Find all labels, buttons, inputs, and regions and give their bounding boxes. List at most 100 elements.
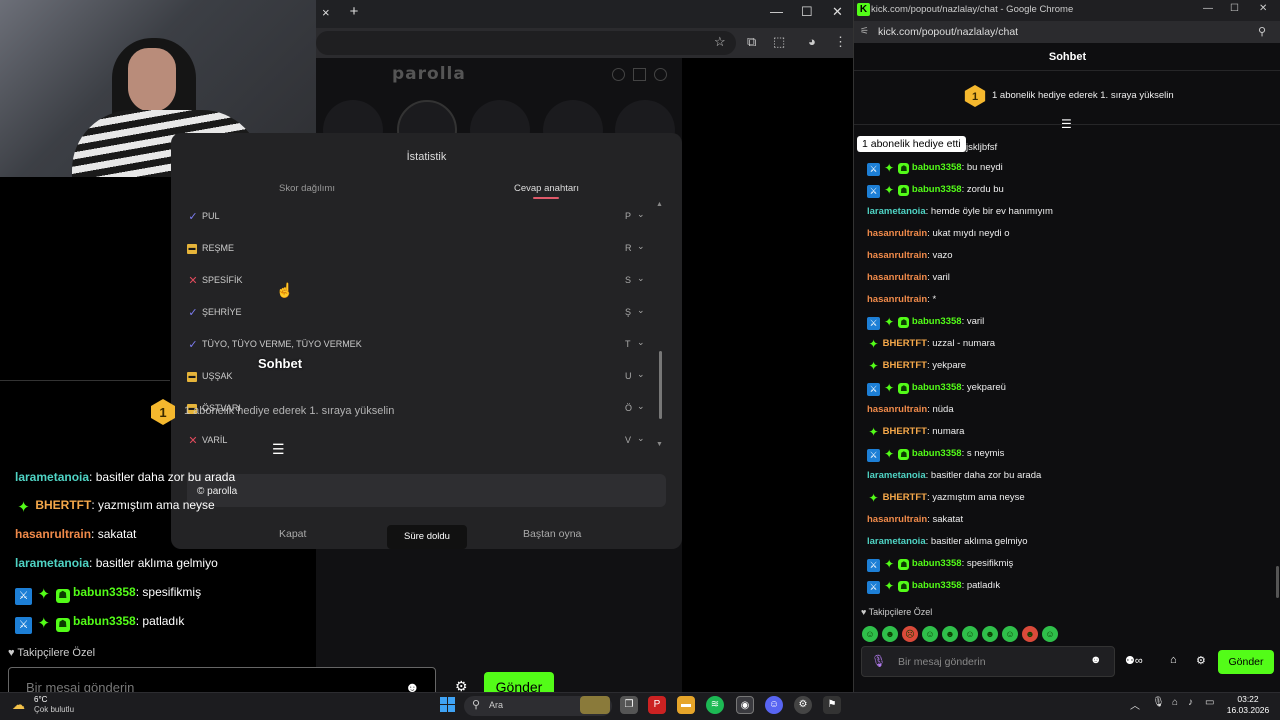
tab-answer-key[interactable]: Cevap anahtarı [514, 183, 579, 194]
weather-temperature[interactable]: 6°C [34, 695, 47, 704]
emote-icon[interactable]: ☺ [1002, 626, 1018, 642]
battery-icon[interactable]: ▭ [1205, 697, 1214, 708]
sub-badge-icon[interactable]: ☗ [898, 559, 910, 570]
window-close-icon[interactable]: ✕ [832, 4, 843, 20]
url-text[interactable]: kick.com/popout/nazlalay/chat [878, 26, 1018, 38]
chevron-down-icon[interactable]: ⌄ [637, 369, 645, 380]
vip-badge-icon[interactable]: ✦ [883, 448, 896, 461]
zoom-icon[interactable]: ⚲ [1258, 25, 1266, 38]
sort-icon[interactable]: ☰ [272, 441, 285, 458]
mod-badge-icon[interactable]: ⚔ [867, 559, 880, 572]
clock-date[interactable]: 16.03.2026 [1224, 705, 1272, 715]
spotify-icon[interactable]: ≋ [706, 696, 724, 714]
restart-button[interactable]: Baştan oyna [523, 528, 581, 540]
tray-overflow-icon[interactable]: ︿ [1130, 697, 1140, 712]
vip-badge-icon[interactable]: ✦ [867, 360, 880, 373]
chat-username[interactable]: larametanoia [15, 470, 89, 484]
answer-row[interactable]: ▬ UŞŞAK U ⌄ [187, 368, 647, 388]
search-placeholder[interactable]: Ara [489, 700, 503, 710]
info-icon[interactable] [612, 68, 625, 81]
chat-username[interactable]: larametanoia [867, 206, 926, 217]
new-tab-icon[interactable]: + [346, 4, 362, 20]
vip-badge-icon[interactable]: ✦ [883, 184, 896, 197]
extensions-icon[interactable]: ⬚ [773, 34, 785, 50]
chat-username[interactable]: BHERTFT [883, 426, 927, 437]
chat-username[interactable]: hasanrultrain [867, 404, 927, 415]
chevron-down-icon[interactable]: ⌄ [637, 337, 645, 348]
maximize-icon[interactable]: ☐ [1230, 3, 1239, 14]
chat-username[interactable]: babun3358 [73, 614, 136, 628]
chat-username[interactable]: BHERTFT [883, 338, 927, 349]
mod-badge-icon[interactable]: ⚔ [867, 317, 880, 330]
weather-cloud-icon[interactable]: ☁ [12, 697, 25, 713]
send-button[interactable]: Gönder [1218, 650, 1274, 674]
weather-description[interactable]: Çok bulutlu [34, 705, 74, 714]
chat-username[interactable]: babun3358 [912, 316, 962, 327]
widget-thumbnail-icon[interactable] [580, 696, 610, 714]
tab-score-distribution[interactable]: Skor dağılımı [279, 183, 335, 194]
minimize-icon[interactable]: — [1203, 3, 1213, 14]
emote-icon[interactable]: ☺ [922, 626, 938, 642]
task-view-icon[interactable]: ❐ [620, 696, 638, 714]
emote-icon[interactable]: ☺ [1042, 626, 1058, 642]
sub-badge-icon[interactable]: ☗ [55, 589, 70, 603]
vip-badge-icon[interactable]: ✦ [883, 316, 896, 329]
sub-badge-icon[interactable]: ☗ [898, 317, 910, 328]
translate-icon[interactable]: ⧉ [747, 34, 756, 50]
discord-icon[interactable]: ☺ [765, 696, 783, 714]
chat-username[interactable]: babun3358 [73, 585, 136, 599]
mod-badge-icon[interactable]: ⚔ [867, 163, 880, 176]
mod-badge-icon[interactable]: ⚔ [15, 588, 32, 605]
user-icon[interactable] [654, 68, 667, 81]
app-p-icon[interactable]: P [648, 696, 666, 714]
chat-username[interactable]: BHERTFT [883, 360, 927, 371]
chat-username[interactable]: hasanrultrain [867, 250, 927, 261]
scrollbar-thumb[interactable] [659, 351, 662, 419]
sub-badge-icon[interactable]: ☗ [55, 618, 70, 632]
sub-badge-icon[interactable]: ☗ [898, 581, 910, 592]
chevron-down-icon[interactable]: ⌄ [637, 273, 645, 284]
answer-row[interactable]: ✕ VARİL V ⌄ [187, 432, 647, 452]
sort-icon[interactable]: ☰ [1061, 117, 1072, 131]
vip-badge-icon[interactable]: ✦ [35, 586, 52, 603]
settings-gear-icon[interactable]: ⚙ [1196, 654, 1206, 667]
file-explorer-icon[interactable]: ▬ [677, 696, 695, 714]
tab-close-icon[interactable]: × [322, 5, 330, 20]
mod-badge-icon[interactable]: ⚔ [867, 185, 880, 198]
chat-username[interactable]: BHERTFT [883, 492, 927, 503]
chat-username[interactable]: hasanrultrain [867, 514, 927, 525]
vip-badge-icon[interactable]: ✦ [15, 499, 32, 516]
sub-badge-icon[interactable]: ☗ [898, 449, 910, 460]
stats-icon[interactable] [633, 68, 646, 81]
vip-badge-icon[interactable]: ✦ [867, 426, 880, 439]
scroll-down-icon[interactable]: ▼ [656, 441, 663, 448]
vip-badge-icon[interactable]: ✦ [883, 558, 896, 571]
emote-icon[interactable]: ☻ [942, 626, 958, 642]
chevron-down-icon[interactable]: ⌄ [637, 305, 645, 316]
chat-username[interactable]: babun3358 [912, 382, 962, 393]
emote-icon[interactable]: ☻ [882, 626, 898, 642]
emote-icon[interactable]: ☻ [982, 626, 998, 642]
chat-username[interactable]: BHERTFT [35, 498, 91, 512]
chrome-icon[interactable]: ◉ [736, 696, 754, 714]
network-icon[interactable]: ⌂ [1172, 697, 1178, 708]
vip-badge-icon[interactable]: ✦ [883, 382, 896, 395]
bookmark-star-icon[interactable]: ☆ [714, 34, 726, 50]
maximize-icon[interactable]: ☐ [801, 4, 813, 20]
badges-icon[interactable]: ⚉∞ [1125, 654, 1143, 667]
sub-badge-icon[interactable]: ☗ [898, 185, 910, 196]
microphone-icon[interactable]: 🎙 [871, 654, 886, 668]
window-close-icon[interactable]: ✕ [1259, 3, 1267, 14]
minimize-icon[interactable]: — [770, 4, 783, 19]
vip-badge-icon[interactable]: ✦ [867, 338, 880, 351]
chevron-down-icon[interactable]: ⌄ [637, 433, 645, 444]
chat-username[interactable]: babun3358 [912, 558, 962, 569]
answer-row[interactable]: ✓ TÜYO, TÜYO VERME, TÜYO VERMEK T ⌄ [187, 336, 647, 356]
url-input[interactable] [316, 31, 736, 55]
chat-username[interactable]: babun3358 [912, 184, 962, 195]
search-icon[interactable]: ⚲ [472, 698, 480, 711]
answer-row[interactable]: ▬ REŞME R ⌄ [187, 240, 647, 260]
answer-row[interactable]: ✓ ŞEHRİYE Ş ⌄ [187, 304, 647, 324]
chevron-down-icon[interactable]: ⌄ [637, 209, 645, 220]
chat-username[interactable]: babun3358 [912, 580, 962, 591]
